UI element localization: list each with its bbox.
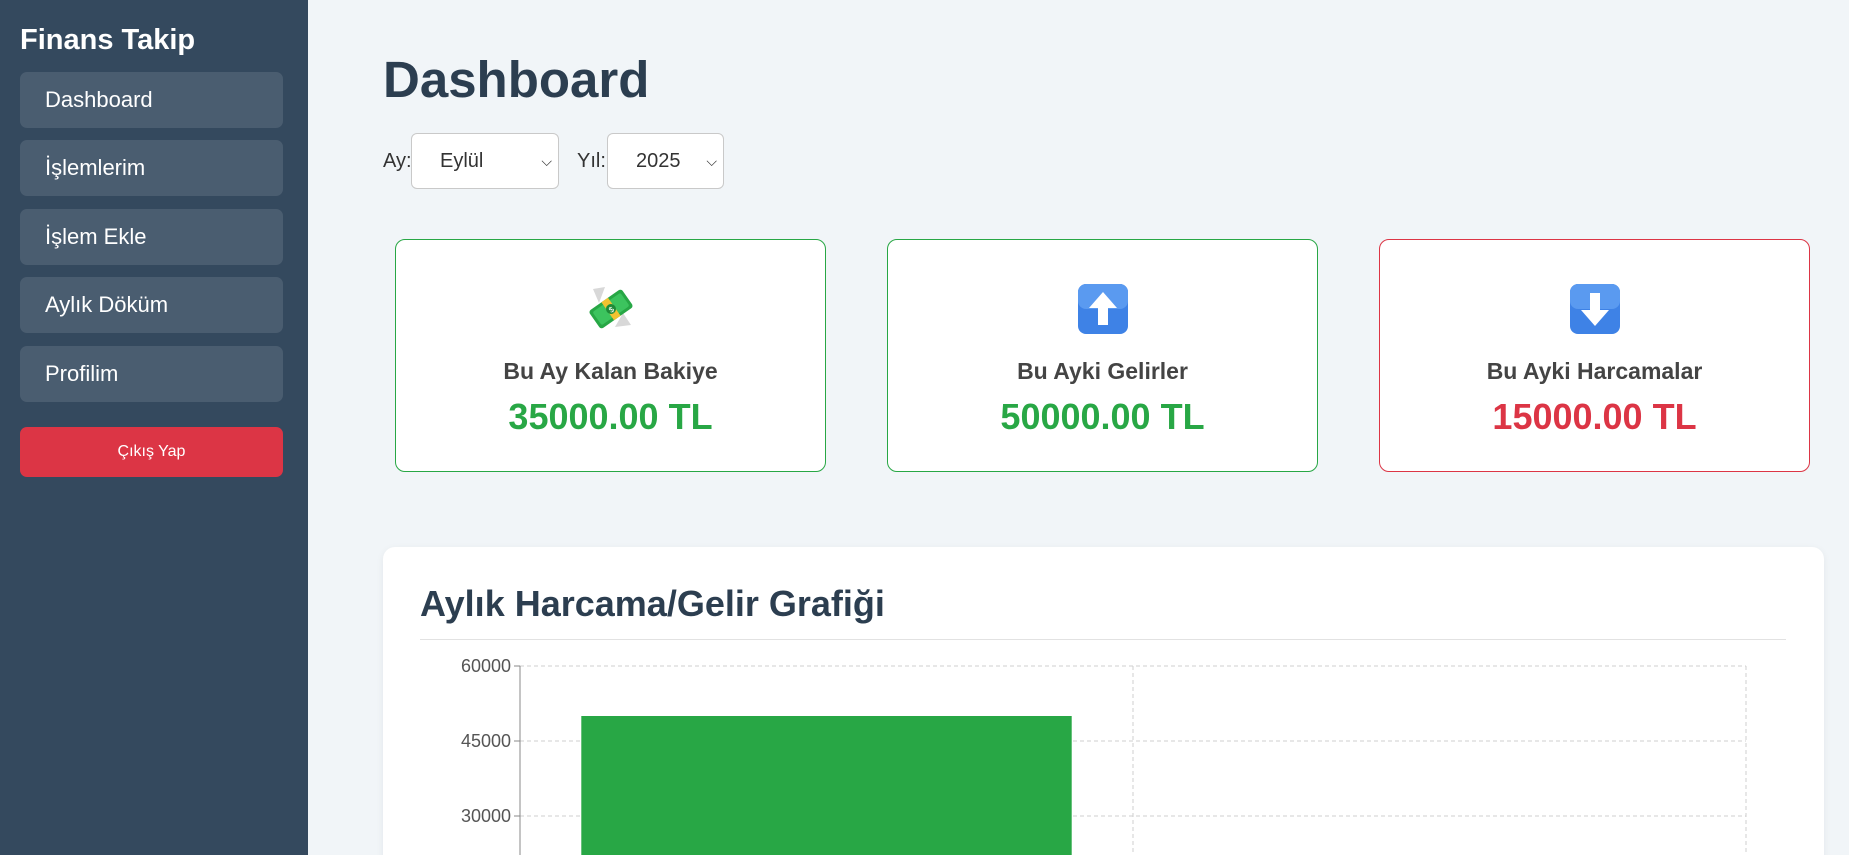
sidebar-item-islemlerim[interactable]: İşlemlerim [20,140,283,196]
chart-panel: Aylık Harcama/Gelir Grafiği 60000 45000 30… [383,547,1824,855]
card-value: 15000.00 TL [1492,396,1697,437]
card-label: Bu Ay Kalan Bakiye [503,358,718,384]
balance-card: $ Bu Ay Kalan Bakiye 35000.00 TL [395,239,826,472]
income-card: Bu Ayki Gelirler 50000.00 TL [887,239,1318,472]
brand-title: Finans Takip [20,24,196,56]
y-tick-label: 30000 [461,806,511,826]
y-tick-label: 60000 [461,656,511,676]
up-arrow-icon [1077,284,1128,334]
money-with-wings-icon: $ [588,287,633,329]
sidebar-item-dashboard[interactable]: Dashboard [20,72,283,128]
month-label: Ay: [383,150,412,172]
down-arrow-icon [1569,284,1620,334]
sidebar: Finans Takip Dashboard İşlemlerim İşlem … [0,0,308,855]
year-select-value: 2025 [636,150,681,172]
card-value: 50000.00 TL [1000,396,1205,437]
card-label: Bu Ayki Gelirler [1017,358,1188,384]
y-tick-label: 45000 [461,731,511,751]
card-value: 35000.00 TL [508,396,713,437]
sidebar-item-islem-ekle[interactable]: İşlem Ekle [20,209,283,265]
chevron-down-icon: ⌵ [541,153,552,169]
bar-chart: 60000 45000 30000 [461,656,1747,855]
card-label: Bu Ayki Harcamalar [1486,358,1703,384]
logout-button[interactable]: Çıkış Yap [20,427,283,477]
sidebar-item-profilim[interactable]: Profilim [20,346,283,402]
sidebar-item-aylik-dokum[interactable]: Aylık Döküm [20,277,283,333]
month-select[interactable]: Eylül ⌵ [411,133,559,189]
year-select[interactable]: 2025 ⌵ [607,133,724,189]
expense-card: Bu Ayki Harcamalar 15000.00 TL [1379,239,1810,472]
year-label: Yıl: [577,150,606,172]
month-select-value: Eylül [440,150,484,172]
page-title: Dashboard [383,51,650,108]
chevron-down-icon: ⌵ [706,153,717,169]
bar [581,716,1072,855]
